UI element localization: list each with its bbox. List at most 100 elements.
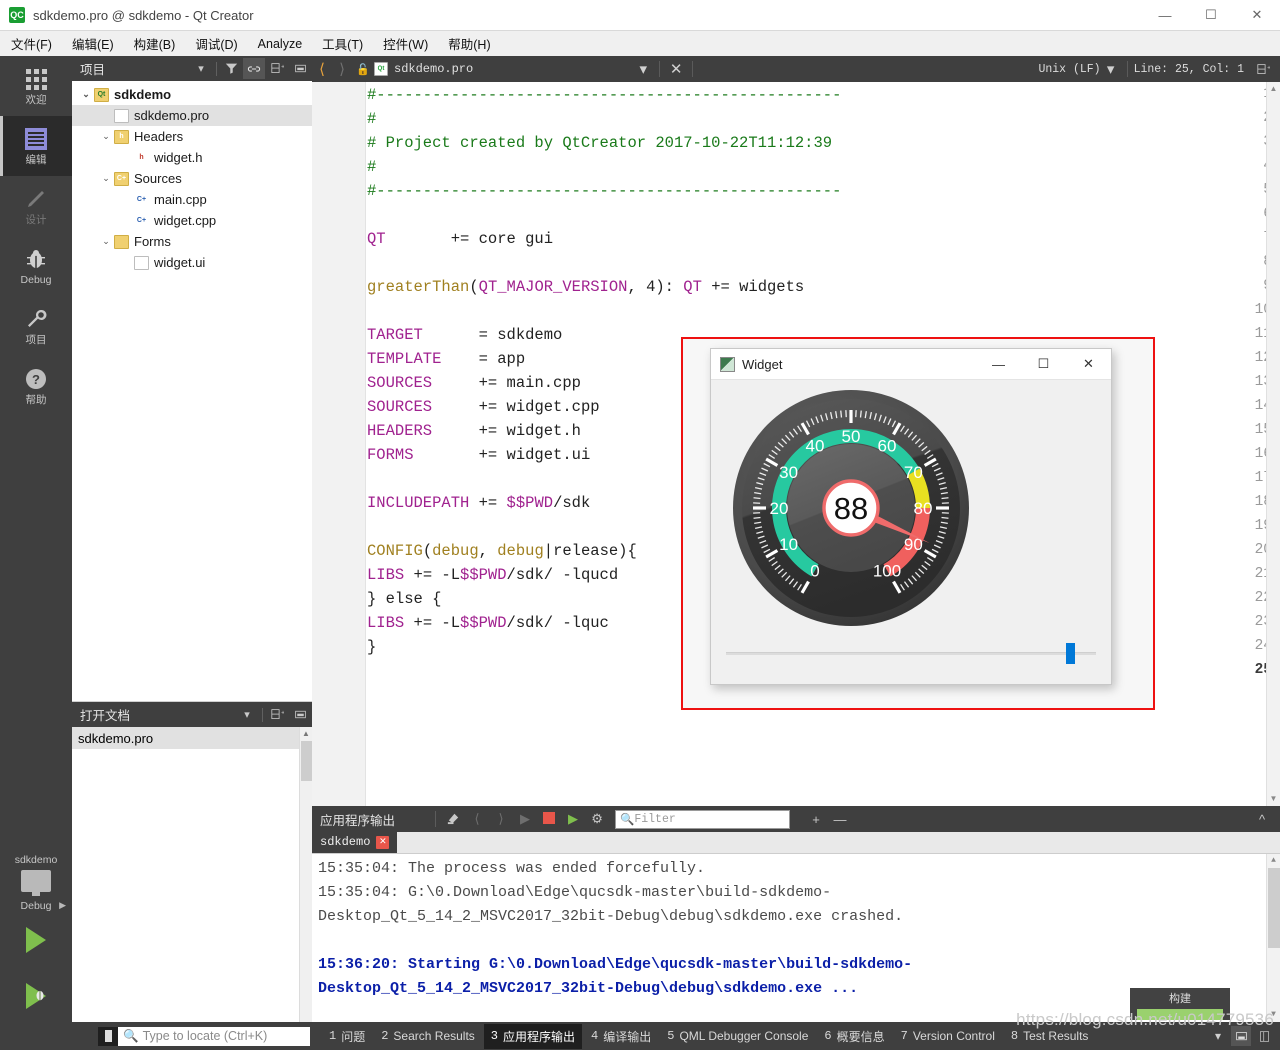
filter-input[interactable]: 🔍 Filter	[615, 809, 791, 829]
editor-tab-label[interactable]: sdkdemo.pro	[394, 62, 473, 76]
status-tab-6[interactable]: 6 概要信息	[817, 1024, 891, 1049]
open-documents-list[interactable]: sdkdemo.pro ▲	[72, 727, 312, 1022]
scroll-down-icon[interactable]: ▼	[1267, 792, 1280, 806]
output-scrollbar[interactable]: ▲ ▼	[1266, 854, 1280, 1022]
chevron-down-icon[interactable]: ▾	[190, 58, 212, 79]
tree-item[interactable]: ⌄ Forms	[72, 231, 312, 252]
minimize-icon[interactable]: —	[1142, 0, 1188, 31]
sidebar-toggle-icon[interactable]	[1254, 1026, 1274, 1046]
run-button[interactable]	[0, 912, 72, 968]
status-tab-1[interactable]: 1 问题	[322, 1024, 372, 1049]
menu-debug[interactable]: 调试(D)	[186, 31, 246, 56]
status-tab-2[interactable]: 2 Search Results	[374, 1025, 482, 1047]
chevron-down-icon[interactable]: ⌄	[78, 89, 94, 100]
output-tab-sdkdemo[interactable]: sdkdemo ✕	[312, 831, 398, 853]
close-split-icon[interactable]	[289, 704, 311, 725]
menu-help[interactable]: 帮助(H)	[439, 31, 499, 56]
status-tab-5[interactable]: 5 QML Debugger Console	[660, 1025, 815, 1047]
split-icon[interactable]: +	[1252, 59, 1274, 80]
status-tab-7[interactable]: 7 Version Control	[894, 1025, 1002, 1047]
scroll-down-icon[interactable]: ▼	[1267, 1008, 1280, 1022]
code-line[interactable]: TEMPLATE = app	[367, 350, 525, 368]
kit-selector[interactable]: sdkdemo ▶ Debug	[0, 846, 72, 912]
maximize-icon[interactable]: ☐	[1188, 0, 1234, 31]
tree-item[interactable]: h widget.h	[72, 147, 312, 168]
code-line[interactable]: TARGET = sdkdemo	[367, 326, 562, 344]
prev-icon[interactable]: ⟨	[465, 811, 489, 827]
tree-item[interactable]: ⌄ C+ Sources	[72, 168, 312, 189]
run-icon[interactable]: ▶	[513, 811, 537, 827]
status-tab-4[interactable]: 4 编译输出	[584, 1024, 658, 1049]
close-split-icon[interactable]	[289, 58, 311, 79]
locator-input[interactable]: 🔍 Type to locate (Ctrl+K)	[118, 1026, 310, 1046]
code-line[interactable]: LIBS += -L$$PWD/sdk/ -lqucd	[367, 566, 618, 584]
tree-item[interactable]: ⌄ Qt sdkdemo	[72, 84, 312, 105]
close-icon[interactable]: ✕	[1234, 0, 1280, 31]
forward-icon[interactable]: ⟩	[332, 60, 352, 78]
widget-minimize-icon[interactable]: —	[976, 349, 1021, 379]
split-icon[interactable]: +	[266, 58, 288, 79]
value-slider[interactable]	[726, 643, 1096, 664]
tree-item[interactable]: widget.ui	[72, 252, 312, 273]
code-line[interactable]: greaterThan(QT_MAJOR_VERSION, 4): QT += …	[367, 278, 804, 296]
code-line[interactable]: }	[367, 638, 376, 656]
collapse-pane-icon[interactable]: ^	[1250, 812, 1274, 827]
project-tree[interactable]: ⌄ Qt sdkdemo Qt sdkdemo.pro ⌄ h Headers h widget.…	[72, 81, 312, 701]
settings-icon[interactable]: ⚙	[585, 811, 609, 827]
code-line[interactable]: CONFIG(debug, debug|release){	[367, 542, 637, 560]
status-tab-8[interactable]: 8 Test Results	[1004, 1025, 1096, 1047]
code-line[interactable]: #	[367, 158, 376, 176]
next-icon[interactable]: ⟩	[489, 811, 513, 827]
chevron-down-icon[interactable]: ⌄	[98, 173, 114, 184]
chevron-down-icon[interactable]: ⌄	[98, 131, 114, 142]
menu-window[interactable]: 控件(W)	[374, 31, 437, 56]
scrollbar-thumb[interactable]	[1268, 868, 1280, 948]
debug-button[interactable]	[0, 968, 72, 1024]
output-toggle-icon[interactable]	[1231, 1026, 1251, 1046]
mode-projects[interactable]: 项目	[0, 296, 72, 356]
remove-output-button[interactable]: —	[828, 812, 852, 827]
back-icon[interactable]: ⟨	[312, 60, 332, 78]
widget-maximize-icon[interactable]: ☐	[1021, 349, 1066, 379]
rerun-icon[interactable]: ▶	[561, 811, 585, 827]
close-icon[interactable]: ✕	[376, 835, 390, 849]
split-icon[interactable]: +	[266, 704, 288, 725]
scroll-up-icon[interactable]: ▲	[1267, 82, 1280, 96]
chevron-up-icon[interactable]: ▾	[1208, 1026, 1228, 1046]
clear-icon[interactable]	[441, 810, 465, 828]
open-documents-scrollbar[interactable]: ▲	[299, 727, 312, 1022]
code-line[interactable]: LIBS += -L$$PWD/sdk/ -lquc	[367, 614, 609, 632]
scroll-up-icon[interactable]: ▲	[1267, 854, 1280, 868]
code-line[interactable]: SOURCES += widget.cpp	[367, 398, 600, 416]
menu-edit[interactable]: 编辑(E)	[63, 31, 123, 56]
locator-toggle-icon[interactable]	[98, 1026, 118, 1046]
mode-help[interactable]: ? 帮助	[0, 356, 72, 416]
add-output-button[interactable]: +	[804, 812, 828, 827]
tree-item[interactable]: ⌄ h Headers	[72, 126, 312, 147]
menu-file[interactable]: 文件(F)	[2, 31, 61, 56]
code-line[interactable]: QT += core gui	[367, 230, 553, 248]
close-document-icon[interactable]: ✕	[666, 60, 686, 78]
code-line[interactable]: # Project created by QtCreator 2017-10-2…	[367, 134, 832, 152]
code-line[interactable]: } else {	[367, 590, 441, 608]
editor-scrollbar-vertical[interactable]: ▲ ▼	[1266, 82, 1280, 806]
menu-build[interactable]: 构建(B)	[125, 31, 185, 56]
list-item[interactable]: sdkdemo.pro	[72, 727, 312, 749]
chevron-down-icon[interactable]: ▾	[633, 60, 653, 78]
code-line[interactable]: HEADERS += widget.h	[367, 422, 581, 440]
line-ending-selector[interactable]: Unix (LF)	[1038, 63, 1100, 76]
chevron-down-icon[interactable]: ⌄	[98, 236, 114, 247]
chevron-down-icon[interactable]: ▾	[236, 704, 258, 725]
widget-close-icon[interactable]: ✕	[1066, 349, 1111, 379]
tree-item[interactable]: Qt sdkdemo.pro	[72, 105, 312, 126]
tree-item[interactable]: C+ widget.cpp	[72, 210, 312, 231]
scroll-up-icon[interactable]: ▲	[300, 727, 312, 741]
menu-tools[interactable]: 工具(T)	[313, 31, 372, 56]
mode-design[interactable]: 设计	[0, 176, 72, 236]
link-icon[interactable]	[243, 58, 265, 79]
code-line[interactable]: #	[367, 110, 376, 128]
code-line[interactable]: SOURCES += main.cpp	[367, 374, 581, 392]
code-line[interactable]: INCLUDEPATH += $$PWD/sdk	[367, 494, 590, 512]
slider-handle[interactable]	[1066, 643, 1075, 664]
unlock-icon[interactable]: 🔓	[352, 63, 374, 76]
